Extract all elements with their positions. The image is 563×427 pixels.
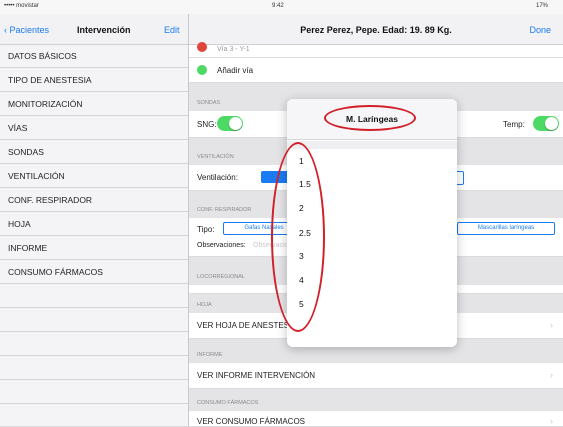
back-label: Pacientes <box>9 25 50 35</box>
section-header-informe: INFORME <box>197 352 223 358</box>
sng-label: SNG: <box>197 120 217 129</box>
ver-consumo-label: VER CONSUMO FÁRMACOS <box>197 417 306 426</box>
sidebar-item-vias[interactable]: VÍAS <box>0 116 188 140</box>
carrier-label: ••••• movistar <box>4 3 39 9</box>
empty-row <box>0 332 188 356</box>
sng-toggle[interactable] <box>217 116 243 131</box>
add-via-row[interactable]: Añadir vía <box>189 58 563 83</box>
section-header-conf-respirador: CONF. RESPIRADOR <box>197 207 252 213</box>
via-label: Vía 3 - Y-1 <box>217 46 250 53</box>
section-header-ventilacion: VENTILACIÓN <box>197 154 234 160</box>
clock: 9:42 <box>272 3 284 9</box>
sidebar-item-informe[interactable]: INFORME <box>0 236 188 260</box>
section-header-sondas: SONDAS <box>197 100 221 106</box>
empty-row <box>0 284 188 308</box>
sidebar-item-label: VÍAS <box>8 123 28 133</box>
section-header-hoja: HOJA <box>197 302 212 308</box>
sidebar-item-label: INFORME <box>8 243 48 253</box>
ventilacion-label: Ventilación: <box>197 173 238 182</box>
size-picker-popover: M. Laríngeas 1 1.5 2 2.5 3 4 5 <box>287 99 457 347</box>
temp-toggle[interactable] <box>533 116 559 131</box>
section-header-consumo: CONSUMO FÁRMACOS <box>197 400 259 406</box>
sidebar-item-label: DATOS BÁSICOS <box>8 51 77 61</box>
temp-label: Temp: <box>503 120 525 129</box>
sidebar-item-label: CONSUMO FÁRMACOS <box>8 267 103 277</box>
battery-label: 17% <box>536 3 549 9</box>
size-option[interactable]: 2 <box>299 203 304 213</box>
tipo-label: Tipo: <box>197 225 215 234</box>
size-option[interactable]: 4 <box>299 275 304 285</box>
ver-consumo-row[interactable]: VER CONSUMO FÁRMACOS › <box>189 411 563 427</box>
add-via-label: Añadir vía <box>217 66 254 75</box>
tipo-segment-label: Mascarillas laríngeas <box>477 225 535 231</box>
empty-row <box>0 308 188 332</box>
empty-row <box>0 356 188 380</box>
sidebar-item-label: VENTILACIÓN <box>8 171 65 181</box>
sidebar-item-label: TIPO DE ANESTESIA <box>8 75 92 85</box>
popover-header: M. Laríngeas <box>287 99 457 140</box>
edit-button[interactable]: Edit <box>164 25 180 35</box>
size-option[interactable]: 1 <box>299 156 304 166</box>
sidebar-item-monitorizacion[interactable]: MONITORIZACIÓN <box>0 92 188 116</box>
chevron-right-icon: › <box>550 320 553 330</box>
status-bar: ••••• movistar 9:42 17% <box>0 0 563 14</box>
detail-nav-bar: Perez Perez, Pepe. Edad: 19. 89 Kg. Done <box>189 14 563 45</box>
size-option[interactable]: 5 <box>299 299 304 309</box>
observaciones-label: Observaciones: <box>197 242 246 249</box>
patient-title: Perez Perez, Pepe. Edad: 19. 89 Kg. <box>300 25 452 35</box>
section-header-locorregional: LOCORREGIONAL <box>197 274 245 280</box>
sidebar-item-datos-basicos[interactable]: DATOS BÁSICOS <box>0 44 188 68</box>
tipo-segment-mascarillas[interactable]: Mascarillas laríngeas <box>457 222 555 235</box>
sidebar-menu: DATOS BÁSICOS TIPO DE ANESTESIA MONITORI… <box>0 44 188 404</box>
chevron-right-icon: › <box>550 416 553 426</box>
empty-row <box>0 380 188 404</box>
done-button[interactable]: Done <box>529 25 551 35</box>
sidebar-item-sondas[interactable]: SONDAS <box>0 140 188 164</box>
sidebar-item-hoja[interactable]: HOJA <box>0 212 188 236</box>
sidebar-item-label: HOJA <box>8 219 31 229</box>
popover-title: M. Laríngeas <box>346 114 398 124</box>
sidebar-nav-bar: ‹ Pacientes Intervención Edit <box>0 14 188 45</box>
ver-informe-row[interactable]: VER INFORME INTERVENCIÓN › <box>189 363 563 389</box>
size-option[interactable]: 3 <box>299 251 304 261</box>
add-via-icon[interactable] <box>197 65 207 75</box>
sidebar-item-tipo-anestesia[interactable]: TIPO DE ANESTESIA <box>0 68 188 92</box>
sidebar-item-consumo-farmacos[interactable]: CONSUMO FÁRMACOS <box>0 260 188 284</box>
sidebar-item-label: SONDAS <box>8 147 44 157</box>
sidebar-title: Intervención <box>77 25 131 35</box>
chevron-right-icon: › <box>550 370 553 380</box>
via-row[interactable]: Vía 3 - Y-1 <box>189 42 563 58</box>
remove-via-icon[interactable] <box>197 42 207 52</box>
sidebar-item-conf-respirador[interactable]: CONF. RESPIRADOR <box>0 188 188 212</box>
ventilacion-segment-selected[interactable] <box>261 171 289 183</box>
sidebar-item-label: CONF. RESPIRADOR <box>8 195 93 205</box>
sidebar-item-label: MONITORIZACIÓN <box>8 99 83 109</box>
tipo-segment-label: Gafas Nasales <box>244 225 284 231</box>
size-option[interactable]: 1.5 <box>299 179 311 189</box>
ver-informe-label: VER INFORME INTERVENCIÓN <box>197 371 316 380</box>
ver-hoja-label: VER HOJA DE ANESTESIA <box>197 321 297 330</box>
sidebar-item-ventilacion[interactable]: VENTILACIÓN <box>0 164 188 188</box>
sidebar: ‹ Pacientes Intervención Edit DATOS BÁSI… <box>0 14 189 426</box>
size-option[interactable]: 2.5 <box>299 228 311 238</box>
popover-divider <box>287 141 457 149</box>
back-button[interactable]: ‹ Pacientes <box>4 25 49 35</box>
